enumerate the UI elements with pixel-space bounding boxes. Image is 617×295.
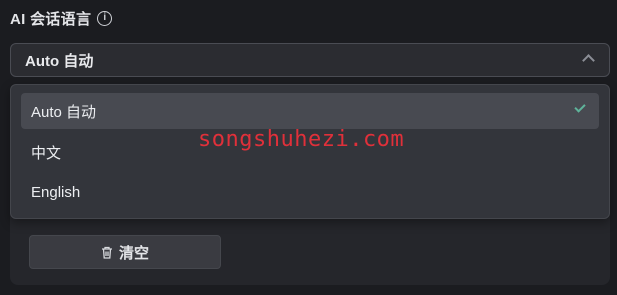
- select-value: Auto 自动: [25, 52, 94, 70]
- option-label: 中文: [31, 144, 62, 162]
- option-auto[interactable]: Auto 自动: [21, 93, 599, 129]
- option-label: English: [31, 183, 81, 201]
- trash-icon: [101, 246, 112, 259]
- ai-language-setting: AI 会话语言 i Auto 自动 清空 Auto 自动 中文 English …: [0, 0, 617, 295]
- info-icon[interactable]: i: [97, 10, 113, 26]
- clear-button-label: 清空: [118, 244, 149, 262]
- field-label-row: AI 会话语言 i: [10, 8, 113, 28]
- check-icon: [574, 101, 586, 113]
- language-select[interactable]: Auto 自动: [10, 43, 610, 77]
- clear-button[interactable]: 清空: [29, 235, 221, 269]
- chevron-up-icon: [582, 54, 595, 67]
- option-english[interactable]: English: [21, 174, 599, 210]
- option-label: Auto 自动: [31, 103, 97, 121]
- field-label: AI 会话语言: [10, 10, 92, 28]
- watermark: songshuhezi.com: [198, 127, 405, 152]
